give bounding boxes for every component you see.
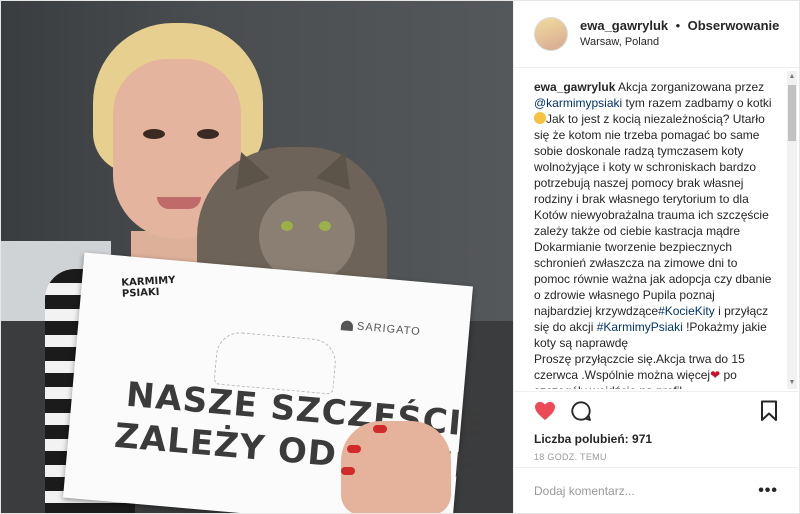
heart-icon[interactable] [532, 398, 558, 424]
follow-button[interactable]: Obserwowanie [688, 18, 780, 33]
scroll-up-arrow-icon[interactable]: ▲ [787, 71, 797, 83]
scrollbar-thumb[interactable] [788, 85, 796, 141]
caption-text: Jak to jest z kocią niezależnością? Utar… [534, 112, 772, 318]
action-bar: Liczba polubień: 971 18 GODZ. TEMU [514, 391, 798, 462]
photo-nail [341, 467, 355, 475]
separator-dot: • [675, 18, 681, 33]
post-time[interactable]: 18 GODZ. TEMU [514, 452, 798, 462]
photo-cat-eye [281, 221, 293, 231]
post-window: KARMIMY PSIAKI SARIGATO NASZE SZCZĘŚCIE … [0, 0, 800, 514]
add-comment-bar: ••• [514, 467, 798, 513]
post-sidebar: ewa_gawryluk • Obserwowanie Warsaw, Pola… [513, 1, 799, 513]
photo-mouth [157, 197, 201, 209]
username-link[interactable]: ewa_gawryluk [580, 18, 668, 33]
smiley-icon [534, 112, 546, 124]
heart-emoji-icon: ❤ [710, 368, 721, 382]
more-options-icon[interactable]: ••• [758, 482, 778, 500]
photo-cat-face [259, 191, 355, 281]
mention-link[interactable]: @karmimypsiaki [534, 96, 622, 110]
icon-row [514, 392, 798, 430]
bookmark-icon[interactable] [756, 398, 782, 424]
hashtag-link[interactable]: #KocieKity [658, 304, 715, 318]
photo-eye-right [197, 129, 219, 139]
likes-count[interactable]: Liczba polubień: 971 [514, 430, 798, 448]
sign-brand: SARIGATO [340, 319, 422, 339]
location-link[interactable]: Warsaw, Poland [580, 34, 779, 50]
comment-icon[interactable] [568, 398, 594, 424]
caption-text: tym razem zadbamy o kotki [625, 96, 772, 110]
heart-logo-icon [340, 320, 354, 332]
scroll-down-arrow-icon[interactable]: ▼ [787, 377, 797, 389]
photo-hand [341, 421, 451, 513]
caption-author[interactable]: ewa_gawryluk [534, 80, 615, 94]
comments-panel[interactable]: ewa_gawryluk Akcja zorganizowana przez @… [514, 69, 798, 389]
sign-brand-label: SARIGATO [356, 320, 422, 339]
sign-logo-line: PSIAKI [121, 286, 160, 300]
likes-number: 971 [632, 432, 653, 446]
sign-logo: KARMIMY PSIAKI [121, 275, 178, 300]
photo-cat-eye [319, 221, 331, 231]
photo-eye-left [143, 129, 165, 139]
header-text: ewa_gawryluk • Obserwowanie Warsaw, Pola… [580, 18, 779, 50]
avatar[interactable] [534, 17, 568, 51]
hashtag-link[interactable]: #KarmimyPsiaki [597, 320, 683, 334]
photo-nail [347, 445, 361, 453]
photo-nail [373, 425, 387, 433]
comment-input[interactable] [534, 483, 759, 498]
post-photo[interactable]: KARMIMY PSIAKI SARIGATO NASZE SZCZĘŚCIE … [1, 1, 513, 513]
post-header: ewa_gawryluk • Obserwowanie Warsaw, Pola… [514, 1, 799, 68]
caption-text: Akcja zorganizowana przez [618, 80, 765, 94]
caption: ewa_gawryluk Akcja zorganizowana przez @… [534, 79, 776, 389]
likes-label: Liczba polubień: [534, 432, 629, 446]
